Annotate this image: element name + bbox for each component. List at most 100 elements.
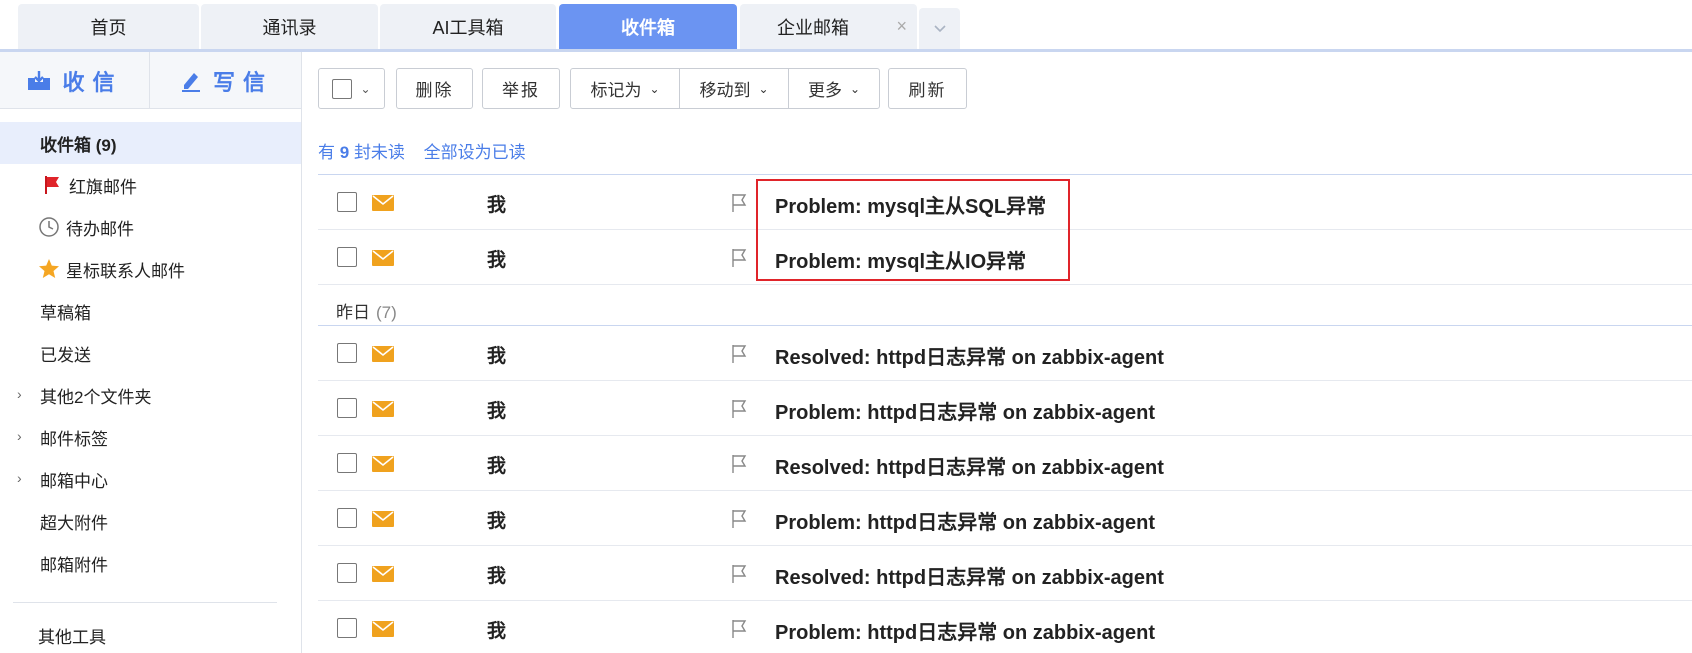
select-all-dropdown[interactable]: ⌄ <box>318 68 385 109</box>
row-checkbox[interactable] <box>337 508 357 528</box>
unread-prefix: 有 <box>318 143 335 162</box>
folder-inbox[interactable]: 收件箱 (9) <box>0 122 301 164</box>
mark-as-dropdown[interactable]: 标记为 ⌄ <box>571 69 679 108</box>
folder-red-flag[interactable]: 红旗邮件 <box>0 164 301 206</box>
folder-label: 星标联系人邮件 <box>66 261 185 281</box>
refresh-button[interactable]: 刷新 <box>888 68 967 109</box>
folder-label: 邮件标签 <box>40 429 108 449</box>
move-to-dropdown[interactable]: 移动到 ⌄ <box>679 69 788 108</box>
folder-starred-contacts[interactable]: 星标联系人邮件 <box>0 248 301 290</box>
row-checkbox[interactable] <box>337 453 357 473</box>
folder-label: 草稿箱 <box>40 303 91 323</box>
envelope-icon <box>372 511 394 527</box>
tab-overflow-button[interactable] <box>919 8 960 49</box>
tab-bar: 首页 通讯录 AI工具箱 收件箱 企业邮箱 × <box>0 0 1692 52</box>
chevron-down-icon: ⌄ <box>360 81 371 96</box>
mail-sender: 我 <box>487 346 507 367</box>
other-tools[interactable]: 其他工具 <box>0 614 301 653</box>
mail-row[interactable]: 我 Problem: httpd日志异常 on zabbix-agent <box>318 601 1692 653</box>
mark-move-more-group: 标记为 ⌄ 移动到 ⌄ 更多 ⌄ <box>570 68 880 109</box>
chevron-down-icon: ⌄ <box>758 81 769 96</box>
chevron-right-icon[interactable]: › <box>17 428 22 444</box>
sidebar: 收信 写信 收件箱 (9) 红旗邮件 待办邮件 星标联系人邮件 草稿箱 已发送 … <box>0 52 302 653</box>
tab-label: 首页 <box>90 17 127 38</box>
more-label: 更多 <box>807 81 842 100</box>
pen-icon <box>181 72 200 92</box>
select-all-checkbox[interactable] <box>332 78 353 99</box>
folder-mail-center[interactable]: › 邮箱中心 <box>0 458 301 500</box>
folder-label: 待办邮件 <box>66 219 134 239</box>
tab-contacts[interactable]: 通讯录 <box>201 4 378 49</box>
tab-label: 通讯录 <box>262 17 317 38</box>
star-icon <box>38 258 60 280</box>
folder-sent[interactable]: 已发送 <box>0 332 301 374</box>
folder-mail-tags[interactable]: › 邮件标签 <box>0 416 301 458</box>
mail-sender: 我 <box>487 401 507 422</box>
move-to-label: 移动到 <box>699 81 751 100</box>
tab-home[interactable]: 首页 <box>18 4 199 49</box>
flag-icon[interactable] <box>730 248 748 268</box>
folder-todo[interactable]: 待办邮件 <box>0 206 301 248</box>
folder-large-attachments[interactable]: 超大附件 <box>0 500 301 542</box>
group-count: (7) <box>376 303 397 322</box>
envelope-icon <box>372 250 394 266</box>
receive-label: 收信 <box>62 69 123 95</box>
folder-drafts[interactable]: 草稿箱 <box>0 290 301 332</box>
mail-subject[interactable]: Problem: httpd日志异常 on zabbix-agent <box>775 396 1155 425</box>
mail-subject[interactable]: Resolved: httpd日志异常 on zabbix-agent <box>775 341 1164 370</box>
mail-subject[interactable]: Problem: httpd日志异常 on zabbix-agent <box>775 616 1155 645</box>
folder-other-folders[interactable]: › 其他2个文件夹 <box>0 374 301 416</box>
folder-label: 收件箱 (9) <box>40 135 117 155</box>
tab-ai-tools[interactable]: AI工具箱 <box>380 4 556 49</box>
mail-row[interactable]: 我 Resolved: httpd日志异常 on zabbix-agent <box>318 326 1692 381</box>
envelope-icon <box>372 566 394 582</box>
mail-row[interactable]: 我 Problem: httpd日志异常 on zabbix-agent <box>318 381 1692 436</box>
refresh-label: 刷新 <box>908 81 947 100</box>
mail-subject[interactable]: Problem: httpd日志异常 on zabbix-agent <box>775 506 1155 535</box>
flag-icon[interactable] <box>730 454 748 474</box>
mail-subject[interactable]: Resolved: httpd日志异常 on zabbix-agent <box>775 561 1164 590</box>
row-checkbox[interactable] <box>337 563 357 583</box>
mail-sender: 我 <box>487 566 507 587</box>
tab-inbox[interactable]: 收件箱 <box>559 4 737 49</box>
row-checkbox[interactable] <box>337 192 357 212</box>
receive-button[interactable]: 收信 <box>0 52 150 109</box>
flag-icon[interactable] <box>730 619 748 639</box>
highlight-box <box>756 179 1070 281</box>
flag-icon[interactable] <box>730 344 748 364</box>
mail-row[interactable]: 我 Resolved: httpd日志异常 on zabbix-agent <box>318 436 1692 491</box>
row-checkbox[interactable] <box>337 343 357 363</box>
tab-enterprise-mail[interactable]: 企业邮箱 × <box>740 4 917 49</box>
flag-icon[interactable] <box>730 399 748 419</box>
folder-label: 红旗邮件 <box>69 177 137 197</box>
row-checkbox[interactable] <box>337 247 357 267</box>
chevron-right-icon[interactable]: › <box>17 470 22 486</box>
folder-label: 邮箱中心 <box>40 471 108 491</box>
close-icon[interactable]: × <box>896 16 907 37</box>
folder-mail-attachments[interactable]: 邮箱附件 <box>0 542 301 584</box>
mail-row[interactable]: 我 Resolved: httpd日志异常 on zabbix-agent <box>318 546 1692 601</box>
chevron-down-icon: ⌄ <box>849 81 861 96</box>
mail-sender: 我 <box>487 511 507 532</box>
chevron-down-icon <box>933 24 946 32</box>
divider <box>13 602 277 603</box>
delete-button[interactable]: 删除 <box>396 68 473 109</box>
chevron-right-icon[interactable]: › <box>17 386 22 402</box>
mail-subject[interactable]: Resolved: httpd日志异常 on zabbix-agent <box>775 451 1164 480</box>
other-tools-label: 其他工具 <box>38 627 106 647</box>
more-dropdown[interactable]: 更多 ⌄ <box>788 69 879 108</box>
unread-count: 9 <box>339 143 350 162</box>
envelope-icon <box>372 456 394 472</box>
row-checkbox[interactable] <box>337 618 357 638</box>
flag-icon[interactable] <box>730 564 748 584</box>
report-button[interactable]: 举报 <box>482 68 560 109</box>
flag-icon[interactable] <box>730 193 748 213</box>
compose-button[interactable]: 写信 <box>151 52 301 109</box>
mail-row[interactable]: 我 Problem: httpd日志异常 on zabbix-agent <box>318 491 1692 546</box>
compose-label: 写信 <box>212 69 273 95</box>
group-label: 昨日 <box>336 303 370 322</box>
tab-label: 企业邮箱 <box>777 17 849 38</box>
mark-all-read-link[interactable]: 全部设为已读 <box>424 143 526 162</box>
flag-icon[interactable] <box>730 509 748 529</box>
row-checkbox[interactable] <box>337 398 357 418</box>
